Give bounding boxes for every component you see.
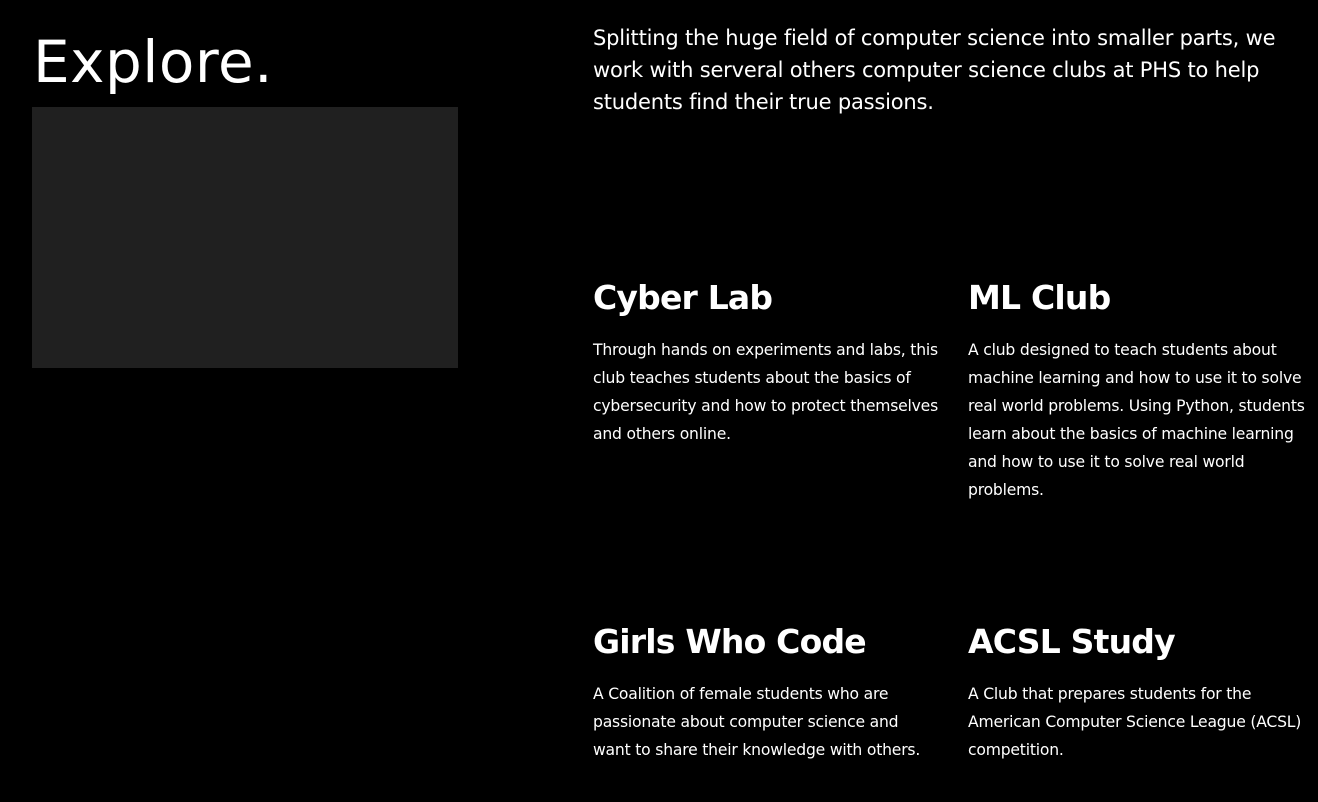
club-title: Cyber Lab bbox=[593, 278, 773, 317]
explore-section: Explore. Splitting the huge field of com… bbox=[0, 0, 1318, 802]
club-card-girls-who-code: Girls Who Code A Coalition of female stu… bbox=[593, 622, 938, 764]
section-intro: Splitting the huge field of computer sci… bbox=[593, 26, 1276, 114]
club-card-cyber-lab: Cyber Lab Through hands on experiments a… bbox=[593, 278, 938, 448]
club-card-acsl-study: ACSL Study A Club that prepares students… bbox=[968, 622, 1313, 764]
club-title: Girls Who Code bbox=[593, 622, 867, 661]
club-description: Through hands on experiments and labs, t… bbox=[593, 341, 939, 443]
section-heading: Explore. bbox=[33, 28, 274, 96]
club-description: A club designed to teach students about … bbox=[968, 341, 1305, 499]
club-description: A Club that prepares students for the Am… bbox=[968, 685, 1302, 759]
media-placeholder bbox=[32, 107, 458, 368]
club-title: ML Club bbox=[968, 278, 1111, 317]
club-description: A Coalition of female students who are p… bbox=[593, 685, 921, 759]
club-card-ml-club: ML Club A club designed to teach student… bbox=[968, 278, 1313, 504]
club-title: ACSL Study bbox=[968, 622, 1176, 661]
